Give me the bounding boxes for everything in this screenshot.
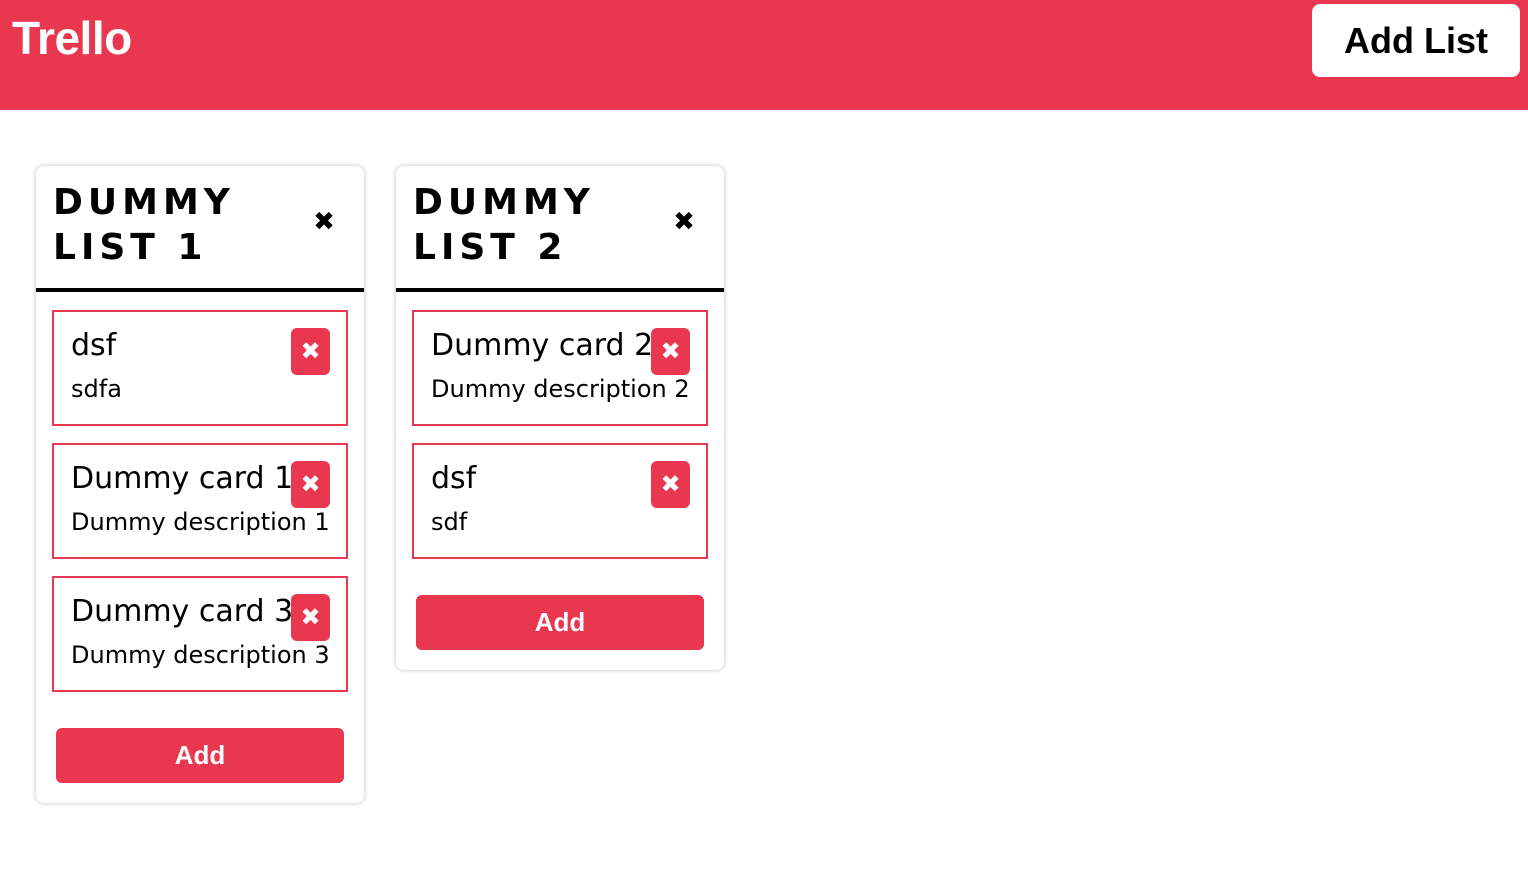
list-column: Dummy List 1 ✖ dsf sdfa ✖ Dummy card 1 D… <box>36 166 364 803</box>
list-title: Dummy List 1 <box>53 182 235 268</box>
list-column: Dummy List 2 ✖ Dummy card 2 Dummy descri… <box>396 166 724 670</box>
card[interactable]: dsf sdf ✖ <box>412 443 708 559</box>
add-list-button[interactable]: Add List <box>1312 4 1520 77</box>
delete-card-icon[interactable]: ✖ <box>651 461 690 508</box>
card-title: Dummy card 3 <box>71 594 294 629</box>
card-description: sdf <box>431 508 468 536</box>
delete-card-icon[interactable]: ✖ <box>651 328 690 375</box>
delete-card-icon[interactable]: ✖ <box>291 594 330 641</box>
close-list-icon[interactable]: ✖ <box>312 209 336 235</box>
card-description: Dummy description 1 <box>71 508 330 536</box>
card-description: Dummy description 2 <box>431 375 690 403</box>
close-list-icon[interactable]: ✖ <box>672 209 696 235</box>
add-card-button[interactable]: Add <box>416 595 704 650</box>
list-title: Dummy List 2 <box>413 182 595 268</box>
card[interactable]: Dummy card 3 Dummy description 3 ✖ <box>52 576 348 692</box>
app-title: Trello <box>12 12 132 64</box>
card-description: sdfa <box>71 375 122 403</box>
delete-card-icon[interactable]: ✖ <box>291 461 330 508</box>
card[interactable]: Dummy card 1 Dummy description 1 ✖ <box>52 443 348 559</box>
card-title: Dummy card 1 <box>71 461 294 496</box>
list-header: Dummy List 2 ✖ <box>396 166 724 292</box>
card[interactable]: dsf sdfa ✖ <box>52 310 348 426</box>
card-title: dsf <box>71 328 117 363</box>
delete-card-icon[interactable]: ✖ <box>291 328 330 375</box>
card[interactable]: Dummy card 2 Dummy description 2 ✖ <box>412 310 708 426</box>
card-description: Dummy description 3 <box>71 641 330 669</box>
add-card-button[interactable]: Add <box>56 728 344 783</box>
card-title: dsf <box>431 461 477 496</box>
list-header: Dummy List 1 ✖ <box>36 166 364 292</box>
card-container: Dummy card 2 Dummy description 2 ✖ dsf s… <box>396 292 724 559</box>
card-container: dsf sdfa ✖ Dummy card 1 Dummy descriptio… <box>36 292 364 692</box>
card-title: Dummy card 2 <box>431 328 654 363</box>
app-header: Trello Add List <box>0 0 1528 110</box>
